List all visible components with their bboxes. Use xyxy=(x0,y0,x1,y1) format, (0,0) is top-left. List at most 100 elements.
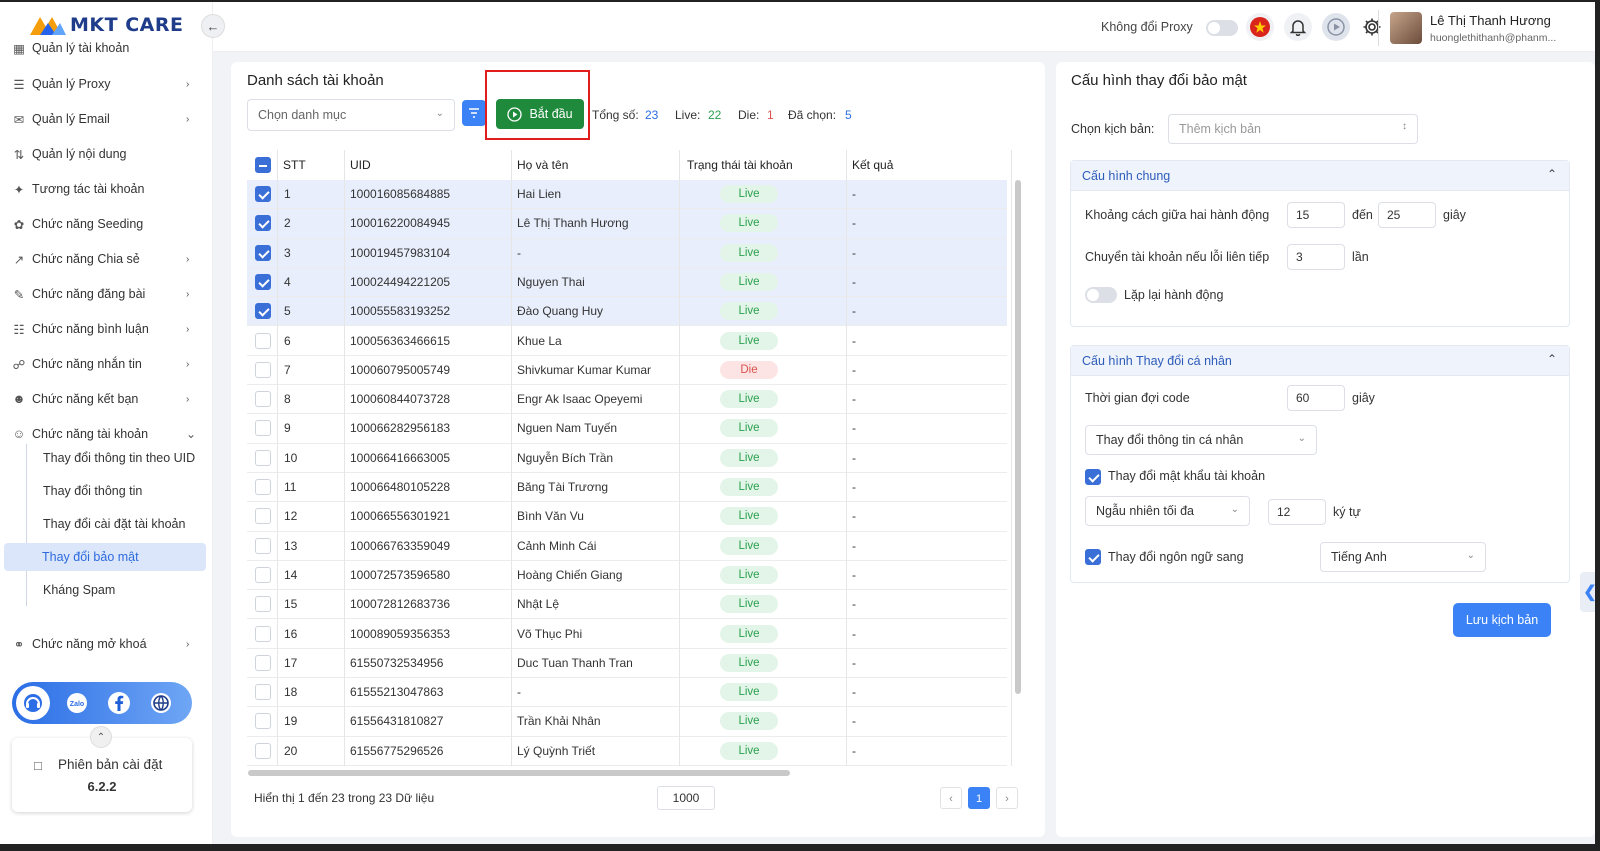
row-checkbox[interactable] xyxy=(255,244,271,261)
table-row[interactable]: 8 100060844073728 Engr Ak Isaac Opeyemi Liv… xyxy=(247,385,1007,415)
globe-icon[interactable] xyxy=(144,686,178,720)
row-checkbox[interactable] xyxy=(255,742,271,759)
row-checkbox[interactable] xyxy=(255,391,271,408)
select-all-checkbox[interactable] xyxy=(255,157,271,173)
switch-account-input[interactable]: 3 xyxy=(1287,244,1345,270)
column-header[interactable]: Trạng thái tài khoản xyxy=(687,150,793,180)
column-header[interactable]: Kết quả xyxy=(852,150,894,180)
info-change-select[interactable]: Thay đổi thông tin cá nhân ⌄ xyxy=(1085,425,1317,455)
table-row[interactable]: 2 100016220084945 Lê Thị Thanh Hương Live - xyxy=(247,209,1007,239)
cell-result: - xyxy=(852,421,856,436)
chevron-up-icon[interactable]: ⌃ xyxy=(90,726,112,748)
table-row[interactable]: 20 61556775296526 Lý Quỳnh Triết Live - xyxy=(247,737,1007,766)
sidebar-item[interactable]: ☍ Chức năng nhắn tin › xyxy=(0,348,213,380)
bell-icon[interactable] xyxy=(1284,13,1312,41)
table-row[interactable]: 16 100089059356353 Võ Thục Phi Live - xyxy=(247,620,1007,649)
user-avatar[interactable] xyxy=(1390,12,1422,44)
personal-config-header[interactable]: Cấu hình Thay đổi cá nhân ⌃ xyxy=(1071,346,1569,376)
zalo-icon[interactable]: Zalo xyxy=(60,686,94,720)
table-row[interactable]: 9 100066282956183 Nguen Nam Tuyến Live - xyxy=(247,414,1007,444)
category-select[interactable]: Chọn danh mục ⌄ xyxy=(247,99,455,131)
sidebar-item[interactable]: ⇅ Quản lý nội dung xyxy=(0,138,213,170)
table-row[interactable]: 13 100066763359049 Cảnh Minh Cái Live - xyxy=(247,532,1007,561)
change-language-checkbox[interactable] xyxy=(1085,549,1101,565)
column-header[interactable]: Họ và tên xyxy=(517,150,569,180)
script-select[interactable]: Thêm kịch bản ↕ xyxy=(1168,114,1418,144)
sidebar-item[interactable]: ✎ Chức năng đăng bài › xyxy=(0,278,213,310)
page-size-input[interactable]: 1000 xyxy=(657,786,715,810)
sidebar-item[interactable]: ✦ Tương tác tài khoản xyxy=(0,173,213,205)
page-number-button[interactable]: 1 xyxy=(968,787,990,809)
sidebar-subitem[interactable]: Kháng Spam xyxy=(26,576,206,604)
row-checkbox[interactable] xyxy=(255,361,271,378)
row-checkbox[interactable] xyxy=(255,684,271,701)
collapse-sidebar-button[interactable]: ← xyxy=(201,14,225,38)
table-row[interactable]: 19 61556431810827 Trần Khải Nhân Live - xyxy=(247,707,1007,737)
row-checkbox[interactable] xyxy=(255,566,271,583)
table-row[interactable]: 11 100066480105228 Băng Tài Trương Live - xyxy=(247,473,1007,503)
proxy-toggle[interactable] xyxy=(1206,20,1238,36)
table-row[interactable]: 17 61550732534956 Duc Tuan Thanh Tran Live - xyxy=(247,649,1007,679)
row-checkbox[interactable] xyxy=(255,508,271,525)
sidebar-item[interactable]: ▦ Quản lý tài khoản xyxy=(0,32,213,64)
table-row[interactable]: 14 100072573596580 Hoàng Chiến Giang Live - xyxy=(247,561,1007,591)
change-password-checkbox[interactable] xyxy=(1085,469,1101,485)
delay-from-input[interactable]: 15 xyxy=(1287,202,1345,228)
row-checkbox[interactable] xyxy=(255,596,271,613)
vietnam-flag-icon[interactable] xyxy=(1246,13,1274,41)
table-row[interactable]: 1 100016085684885 Hai Lien Live - xyxy=(247,180,1007,210)
prev-page-button[interactable]: ‹ xyxy=(940,787,962,809)
sidebar-item[interactable]: ↗ Chức năng Chia sẻ › xyxy=(0,243,213,275)
table-row[interactable]: 5 100055583193252 Đào Quang Huy Live - xyxy=(247,297,1007,327)
repeat-toggle[interactable] xyxy=(1085,287,1117,303)
sidebar-item[interactable]: ☷ Chức năng bình luận › xyxy=(0,313,213,345)
sidebar-subitem[interactable]: Thay đổi bảo mật xyxy=(4,543,206,571)
language-select[interactable]: Tiếng Anh ⌄ xyxy=(1320,542,1486,572)
row-checkbox[interactable] xyxy=(255,215,271,232)
table-row[interactable]: 12 100066556301921 Bình Văn Vu Live - xyxy=(247,502,1007,532)
row-checkbox[interactable] xyxy=(255,713,271,730)
sidebar-item[interactable]: ✿ Chức năng Seeding xyxy=(0,208,213,240)
password-length-input[interactable]: 12 xyxy=(1268,499,1326,525)
row-checkbox[interactable] xyxy=(255,332,271,349)
wait-code-input[interactable]: 60 xyxy=(1287,385,1345,411)
vertical-scrollbar[interactable] xyxy=(1015,180,1021,694)
sidebar-subitem[interactable]: Thay đổi thông tin theo UID xyxy=(26,444,206,472)
row-checkbox[interactable] xyxy=(255,420,271,437)
general-config-header[interactable]: Cấu hình chung ⌃ xyxy=(1071,161,1569,191)
sidebar-item[interactable]: ⚭ Chức năng mở khoá › xyxy=(0,628,213,660)
sidebar-subitem[interactable]: Thay đổi cài đặt tài khoản xyxy=(26,510,206,538)
table-row[interactable]: 10 100066416663005 Nguyễn Bích Trần Live - xyxy=(247,444,1007,473)
settings-gear-icon[interactable] xyxy=(1358,13,1386,41)
sidebar-subitem[interactable]: Thay đổi thông tin xyxy=(26,477,206,505)
table-row[interactable]: 4 100024494221205 Nguyen Thai Live - xyxy=(247,267,1007,298)
sidebar-item[interactable]: ☻ Chức năng kết bạn › xyxy=(0,383,213,415)
row-checkbox[interactable] xyxy=(255,186,271,202)
save-script-button[interactable]: Lưu kịch bản xyxy=(1453,603,1551,637)
facebook-icon[interactable] xyxy=(102,686,136,720)
password-mode-select[interactable]: Ngẫu nhiên tối đa ⌄ xyxy=(1085,496,1250,526)
row-checkbox[interactable] xyxy=(255,479,271,495)
table-row[interactable]: 7 100060795005749 Shivkumar Kumar Kumar Die… xyxy=(247,356,1007,386)
filter-button[interactable] xyxy=(462,100,486,126)
sidebar-item[interactable]: ✉ Quản lý Email › xyxy=(0,103,213,135)
next-page-button[interactable]: › xyxy=(996,787,1018,809)
row-checkbox[interactable] xyxy=(255,654,271,671)
table-row[interactable]: 6 100056363466615 Khue La Live - xyxy=(247,327,1007,356)
sidebar-item[interactable]: ☰ Quản lý Proxy › xyxy=(0,68,213,100)
horizontal-scrollbar[interactable] xyxy=(248,770,790,776)
table-row[interactable]: 18 61555213047863 - Live - xyxy=(247,678,1007,708)
support-icon[interactable] xyxy=(16,686,50,720)
switch-account-label: Chuyển tài khoản nếu lỗi liên tiếp xyxy=(1085,250,1270,264)
row-checkbox[interactable] xyxy=(255,273,271,290)
column-header[interactable]: UID xyxy=(350,150,371,180)
row-checkbox[interactable] xyxy=(255,449,271,466)
column-header[interactable]: STT xyxy=(283,150,306,180)
table-row[interactable]: 3 100019457983104 - Live - xyxy=(247,238,1007,268)
play-circle-icon[interactable] xyxy=(1322,13,1350,41)
row-checkbox[interactable] xyxy=(255,303,271,320)
delay-to-input[interactable]: 25 xyxy=(1378,202,1436,228)
row-checkbox[interactable] xyxy=(255,537,271,554)
table-row[interactable]: 15 100072812683736 Nhật Lệ Live - xyxy=(247,590,1007,620)
row-checkbox[interactable] xyxy=(255,625,271,642)
